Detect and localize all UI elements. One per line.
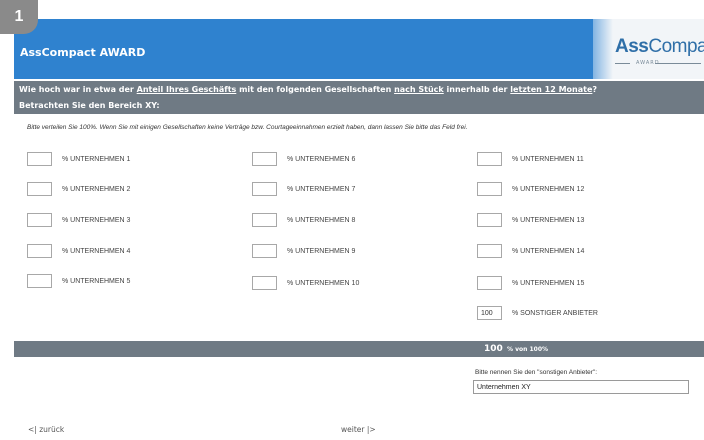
company-13-percent-input[interactable] <box>477 213 502 227</box>
company-row-3: % UNTERNEHMEN 3 <box>27 213 130 227</box>
company-10-percent-input[interactable] <box>252 276 277 290</box>
instruction-text: Bitte verteilen Sie 100%. Wenn Sie mit e… <box>27 124 468 131</box>
company-row-14: % UNTERNEHMEN 14 <box>477 244 584 258</box>
company-row-8: % UNTERNEHMEN 8 <box>252 213 355 227</box>
company-row-9: % UNTERNEHMEN 9 <box>252 244 355 258</box>
other-provider-row: % SONSTIGER ANBIETER <box>477 306 598 320</box>
company-row-5: % UNTERNEHMEN 5 <box>27 274 130 288</box>
logo-line-right <box>655 63 701 64</box>
company-9-label: % UNTERNEHMEN 9 <box>287 247 356 255</box>
company-11-label: % UNTERNEHMEN 11 <box>512 155 584 163</box>
company-4-label: % UNTERNEHMEN 4 <box>62 247 131 255</box>
other-provider-name-input[interactable] <box>473 380 689 394</box>
company-7-percent-input[interactable] <box>252 182 277 196</box>
company-12-percent-input[interactable] <box>477 182 502 196</box>
company-row-11: % UNTERNEHMEN 11 <box>477 152 584 166</box>
company-7-label: % UNTERNEHMEN 7 <box>287 185 356 193</box>
company-2-label: % UNTERNEHMEN 2 <box>62 185 131 193</box>
company-15-percent-input[interactable] <box>477 276 502 290</box>
question-emphasis-piece: nach Stück <box>394 85 444 94</box>
company-row-6: % UNTERNEHMEN 6 <box>252 152 355 166</box>
sum-unit: % von 100% <box>507 346 549 353</box>
company-8-percent-input[interactable] <box>252 213 277 227</box>
company-1-percent-input[interactable] <box>27 152 52 166</box>
company-6-percent-input[interactable] <box>252 152 277 166</box>
company-3-label: % UNTERNEHMEN 3 <box>62 216 131 224</box>
company-3-percent-input[interactable] <box>27 213 52 227</box>
company-5-percent-input[interactable] <box>27 274 52 288</box>
company-15-label: % UNTERNEHMEN 15 <box>512 279 585 287</box>
company-row-2: % UNTERNEHMEN 2 <box>27 182 130 196</box>
company-11-percent-input[interactable] <box>477 152 502 166</box>
company-4-percent-input[interactable] <box>27 244 52 258</box>
company-6-label: % UNTERNEHMEN 6 <box>287 155 356 163</box>
header-banner: AssCompact AWARD AssCompact AWARD <box>14 19 704 79</box>
company-14-percent-input[interactable] <box>477 244 502 258</box>
back-link[interactable]: <| zurück <box>28 425 64 434</box>
company-9-percent-input[interactable] <box>252 244 277 258</box>
logo-bold: Ass <box>615 36 649 57</box>
company-2-percent-input[interactable] <box>27 182 52 196</box>
next-link[interactable]: weiter |> <box>341 425 376 434</box>
company-13-label: % UNTERNEHMEN 13 <box>512 216 585 224</box>
question-seg4: ? <box>592 85 598 94</box>
company-row-4: % UNTERNEHMEN 4 <box>27 244 130 258</box>
other-provider-percent-input[interactable] <box>477 306 502 320</box>
step-badge: 1 <box>0 0 38 34</box>
company-12-label: % UNTERNEHMEN 12 <box>512 185 585 193</box>
other-provider-name-label: Bitte nennen Sie den "sonstigen Anbieter… <box>475 369 598 376</box>
company-10-label: % UNTERNEHMEN 10 <box>287 279 360 287</box>
company-row-12: % UNTERNEHMEN 12 <box>477 182 584 196</box>
subquestion-text: Betrachten Sie den Bereich XY: <box>19 101 160 110</box>
company-row-10: % UNTERNEHMEN 10 <box>252 276 359 290</box>
question-seg3: innerhalb der <box>443 85 511 94</box>
company-row-7: % UNTERNEHMEN 7 <box>252 182 355 196</box>
question-seg2: mit den folgenden Gesellschaften <box>236 85 395 94</box>
question-seg1: Wie hoch war in etwa der <box>19 85 137 94</box>
company-5-label: % UNTERNEHMEN 5 <box>62 277 131 285</box>
company-1-label: % UNTERNEHMEN 1 <box>62 155 131 163</box>
logo-text: AssCompact <box>615 36 704 58</box>
subquestion-bar: Betrachten Sie den Bereich XY: <box>14 97 704 114</box>
other-provider-percent-label: % SONSTIGER ANBIETER <box>512 309 598 317</box>
company-14-label: % UNTERNEHMEN 14 <box>512 247 585 255</box>
logo-line-left <box>615 63 630 64</box>
logo-light: Compact <box>648 36 704 57</box>
company-8-label: % UNTERNEHMEN 8 <box>287 216 356 224</box>
question-bar: Wie hoch war in etwa der Anteil Ihres Ge… <box>14 81 704 97</box>
question-emphasis-share: Anteil Ihres Geschäfts <box>136 85 237 94</box>
question-emphasis-months: letzten 12 Monate <box>510 85 593 94</box>
company-row-13: % UNTERNEHMEN 13 <box>477 213 584 227</box>
company-row-1: % UNTERNEHMEN 1 <box>27 152 130 166</box>
sum-bar: 100 % von 100% <box>14 341 704 357</box>
question-text: Wie hoch war in etwa der Anteil Ihres Ge… <box>19 85 597 94</box>
asscompact-logo: AssCompact AWARD <box>593 19 704 79</box>
header-title: AssCompact AWARD <box>20 46 146 59</box>
company-row-15: % UNTERNEHMEN 15 <box>477 276 584 290</box>
sum-value: 100 <box>484 344 503 354</box>
